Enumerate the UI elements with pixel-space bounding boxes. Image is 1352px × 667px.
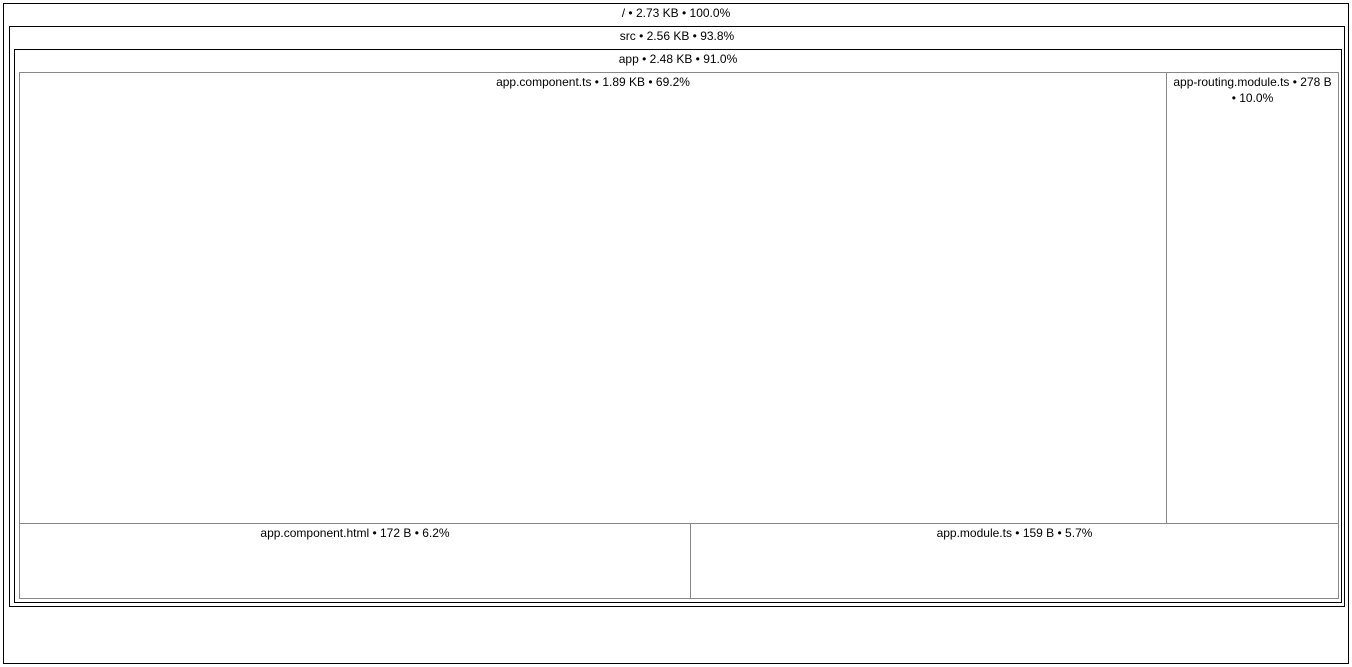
treemap-row-top: app.component.ts • 1.89 KB • 69.2% app-r…	[19, 72, 1339, 524]
treemap-row-bottom: app.component.html • 172 B • 6.2% app.mo…	[19, 524, 1339, 599]
treemap-label-app-module: app.module.ts • 159 B • 5.7%	[691, 524, 1338, 544]
treemap-node-app-routing-module-ts[interactable]: app-routing.module.ts • 278 B • 10.0%	[1167, 72, 1339, 524]
treemap-node-app-component-html[interactable]: app.component.html • 172 B • 6.2%	[19, 524, 691, 599]
treemap-node-root[interactable]: / • 2.73 KB • 100.0% src • 2.56 KB • 93.…	[3, 3, 1349, 664]
treemap-label-root: / • 2.73 KB • 100.0%	[4, 4, 1348, 24]
treemap-node-app-module-ts[interactable]: app.module.ts • 159 B • 5.7%	[691, 524, 1339, 599]
treemap-label-app-component-html: app.component.html • 172 B • 6.2%	[20, 524, 690, 544]
treemap-label-app-routing: app-routing.module.ts • 278 B • 10.0%	[1167, 73, 1338, 108]
treemap-node-app[interactable]: app • 2.48 KB • 91.0% app.component.ts •…	[14, 49, 1342, 603]
treemap-label-src: src • 2.56 KB • 93.8%	[10, 27, 1344, 47]
treemap-node-app-component-ts[interactable]: app.component.ts • 1.89 KB • 69.2%	[19, 72, 1167, 524]
treemap-label-app: app • 2.48 KB • 91.0%	[15, 50, 1341, 70]
treemap-node-src[interactable]: src • 2.56 KB • 93.8% app • 2.48 KB • 91…	[9, 26, 1345, 607]
treemap-label-app-component-ts: app.component.ts • 1.89 KB • 69.2%	[20, 73, 1166, 93]
treemap-node-app-children: app.component.ts • 1.89 KB • 69.2% app-r…	[19, 72, 1339, 599]
